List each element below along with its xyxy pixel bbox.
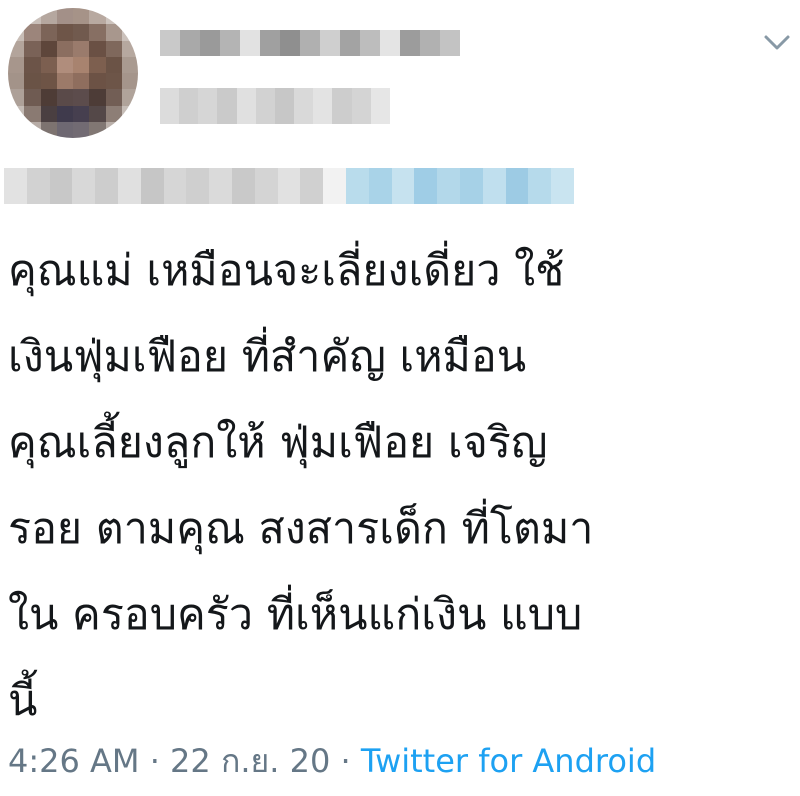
tweet-source-link[interactable]: Twitter for Android [361, 742, 656, 780]
tweet-text-line: ใน ครอบครัว ที่เห็นแก่เงิน แบบ [8, 590, 583, 640]
tweet-text-line: นี้ [8, 676, 38, 726]
avatar[interactable] [8, 8, 138, 138]
tweet-text-line: เงินฟุ่มเฟือย ที่สำคัญ เหมือน [8, 332, 527, 382]
tweet-time[interactable]: 4:26 AM [8, 742, 140, 780]
tweet-text: คุณแม่ เหมือนจะเลี่ยงเดี่ยว ใช้ เงินฟุ่ม… [8, 228, 788, 744]
user-display-name-blurred[interactable] [160, 30, 460, 56]
tweet-date[interactable]: 22 ก.ย. 20 [170, 742, 330, 780]
meta-separator: · [149, 742, 160, 780]
meta-separator: · [340, 742, 351, 780]
tweet-meta: 4:26 AM · 22 ก.ย. 20 · Twitter for Andro… [8, 736, 656, 786]
reply-context-blurred[interactable] [4, 168, 574, 204]
tweet-text-line: คุณเลี้ยงลูกให้ ฟุ่มเฟือย เจริญ [8, 418, 548, 468]
user-handle-blurred [160, 88, 390, 124]
chevron-down-icon[interactable] [760, 30, 794, 54]
tweet-text-line: คุณแม่ เหมือนจะเลี่ยงเดี่ยว ใช้ [8, 246, 565, 296]
tweet-text-line: รอย ตามคุณ สงสารเด็ก ที่โตมา [8, 504, 594, 554]
